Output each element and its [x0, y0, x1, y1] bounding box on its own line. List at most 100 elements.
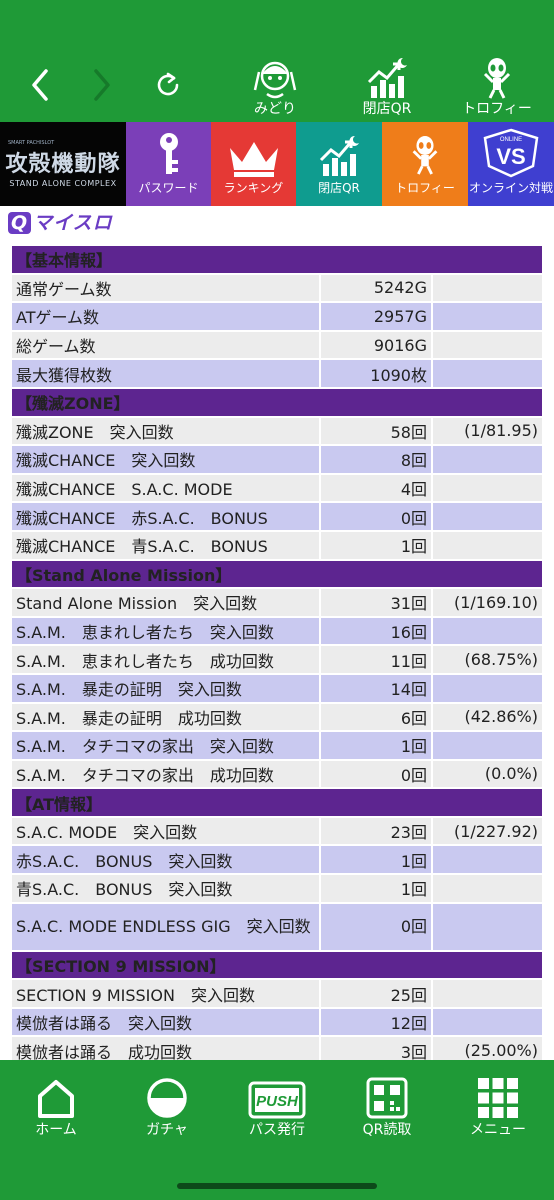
tile-label: オンライン対戦 [468, 181, 553, 195]
stat-value: 1回 [321, 875, 433, 902]
stat-value: 1090枚 [321, 360, 433, 387]
myslo-logo: Q マイスロ [8, 208, 113, 238]
stat-label: 殲滅CHANCE 青S.A.C. BONUS [12, 531, 321, 559]
section-header: 【SECTION 9 MISSION】 [12, 951, 542, 979]
stat-row: 殲滅ZONE 突入回数 58回 (1/81.95) [12, 417, 542, 445]
stat-value: 23回 [321, 817, 433, 845]
stat-row: 赤S.A.C. BONUS 突入回数 1回 [12, 846, 542, 874]
section-title: 【AT情報】 [12, 789, 542, 816]
stat-row: 殲滅CHANCE 赤S.A.C. BONUS 0回 [12, 503, 542, 530]
stat-rate [433, 446, 542, 473]
top-item-label: トロフィー [462, 101, 532, 117]
menu-grid-icon [478, 1078, 518, 1118]
logo-title: 攻殻機動隊 [5, 151, 121, 177]
stat-rate [433, 980, 542, 1007]
tile-label: パスワード [138, 181, 199, 195]
top-item-label: 閉店QR [362, 101, 412, 117]
bottom-nav-gacha[interactable]: ガチャ [117, 1066, 217, 1146]
stat-value: 9016G [321, 331, 433, 359]
section-title: 【基本情報】 [12, 246, 542, 273]
bottom-nav-home[interactable]: ホーム [6, 1066, 106, 1146]
tile-label: トロフィー [395, 181, 455, 195]
stat-label: 殲滅CHANCE S.A.C. MODE [12, 474, 321, 502]
chart-moon-icon [319, 135, 359, 176]
bottom-nav-pass[interactable]: PUSH パス発行 [227, 1066, 327, 1146]
stat-label: S.A.M. タチコマの家出 突入回数 [12, 732, 321, 759]
tile-online-battle[interactable]: ONLINE VS オンライン対戦 [468, 122, 554, 206]
stat-rate: (25.00%) [433, 1037, 542, 1060]
home-icon [38, 1080, 74, 1118]
tile-label: ランキング [223, 181, 284, 195]
stat-label: S.A.M. 暴走の証明 突入回数 [12, 674, 321, 702]
brand-text: マイスロ [33, 212, 113, 234]
stat-row: 総ゲーム数 9016G [12, 331, 542, 359]
stat-row: 模倣者は踊る 突入回数 12回 [12, 1008, 542, 1036]
stat-label: S.A.M. 恵まれし者たち 突入回数 [12, 617, 321, 645]
stat-value: 31回 [321, 589, 433, 616]
stat-label: 殲滅CHANCE 赤S.A.C. BONUS [12, 503, 321, 530]
stat-row: 青S.A.C. BONUS 突入回数 1回 [12, 875, 542, 902]
brand-q: Q [8, 212, 32, 234]
stat-label: Stand Alone Mission 突入回数 [12, 589, 321, 616]
stat-rate [433, 331, 542, 359]
home-indicator[interactable] [177, 1183, 377, 1189]
tile-closing-qr[interactable]: 閉店QR [296, 122, 382, 206]
bottom-nav-label: QR読取 [362, 1122, 412, 1138]
stat-label: S.A.M. 暴走の証明 成功回数 [12, 703, 321, 731]
stat-label: S.A.C. MODE 突入回数 [12, 817, 321, 845]
stat-label: 総ゲーム数 [12, 331, 321, 359]
tile-password[interactable]: パスワード [126, 122, 211, 206]
stat-label: 通常ゲーム数 [12, 274, 321, 302]
stat-rate [433, 617, 542, 645]
tile-trophy[interactable]: トロフィー [382, 122, 468, 206]
top-item-closing-qr[interactable]: 閉店QR [342, 52, 432, 120]
stat-row: 通常ゲーム数 5242G [12, 274, 542, 302]
section-title: 【Stand Alone Mission】 [12, 560, 542, 588]
push-icon: PUSH [248, 1081, 306, 1119]
stat-row: S.A.M. 恵まれし者たち 成功回数 11回 (68.75%) [12, 646, 542, 673]
top-item-trophy[interactable]: トロフィー [452, 52, 542, 120]
stat-label: ATゲーム数 [12, 303, 321, 330]
back-button[interactable] [22, 60, 58, 110]
stat-value: 6回 [321, 703, 433, 731]
forward-button[interactable] [84, 60, 120, 110]
stat-row: 殲滅CHANCE 突入回数 8回 [12, 446, 542, 473]
bottom-nav-menu[interactable]: メニュー [448, 1066, 548, 1146]
chart-moon-icon [367, 57, 407, 98]
tile-ranking[interactable]: ランキング [211, 122, 296, 206]
stat-value: 2957G [321, 303, 433, 330]
reload-icon [157, 72, 179, 96]
stat-rate [433, 503, 542, 530]
game-logo[interactable]: SMART PACHISLOT 攻殻機動隊 STAND ALONE COMPLE… [0, 122, 126, 206]
section-title: 【SECTION 9 MISSION】 [12, 951, 542, 979]
stat-rate [433, 674, 542, 702]
stats-page: Q マイスロ 【基本情報】 通常ゲーム数 5242G ATゲーム数 2957G 総ゲーム数 9… [0, 206, 554, 1060]
stat-row: 殲滅CHANCE 青S.A.C. BONUS 1回 [12, 531, 542, 559]
stat-value: 3回 [321, 1037, 433, 1060]
stat-label: SECTION 9 MISSION 突入回数 [12, 980, 321, 1007]
stat-row: S.A.C. MODE 突入回数 23回 (1/227.92) [12, 817, 542, 845]
stat-rate: (0.0%) [433, 760, 542, 788]
top-item-label: みどり [254, 101, 296, 117]
stat-row: S.A.M. 暴走の証明 突入回数 14回 [12, 674, 542, 702]
stat-rate: (1/81.95) [433, 417, 542, 445]
push-badge-text: PUSH [256, 1093, 299, 1110]
section-header: 【AT情報】 [12, 789, 542, 816]
stat-row: S.A.M. 恵まれし者たち 突入回数 16回 [12, 617, 542, 645]
section-title: 【殲滅ZONE】 [12, 388, 542, 416]
stat-value: 25回 [321, 980, 433, 1007]
stat-row: 殲滅CHANCE S.A.C. MODE 4回 [12, 474, 542, 502]
reload-button[interactable] [148, 60, 188, 110]
stat-rate: (68.75%) [433, 646, 542, 673]
bottom-nav-qr[interactable]: QR読取 [337, 1066, 437, 1146]
vs-badge-icon: ONLINEVS [483, 128, 539, 178]
vs-badge-main: VS [496, 144, 525, 169]
gacha-icon [147, 1078, 187, 1118]
stat-value: 11回 [321, 646, 433, 673]
stat-label: 赤S.A.C. BONUS 突入回数 [12, 846, 321, 874]
stat-value: 0回 [321, 503, 433, 530]
stat-value: 5242G [321, 274, 433, 302]
stat-rate [433, 903, 542, 950]
top-item-midori[interactable]: みどり [230, 52, 320, 120]
stat-label: S.A.M. 恵まれし者たち 成功回数 [12, 646, 321, 673]
